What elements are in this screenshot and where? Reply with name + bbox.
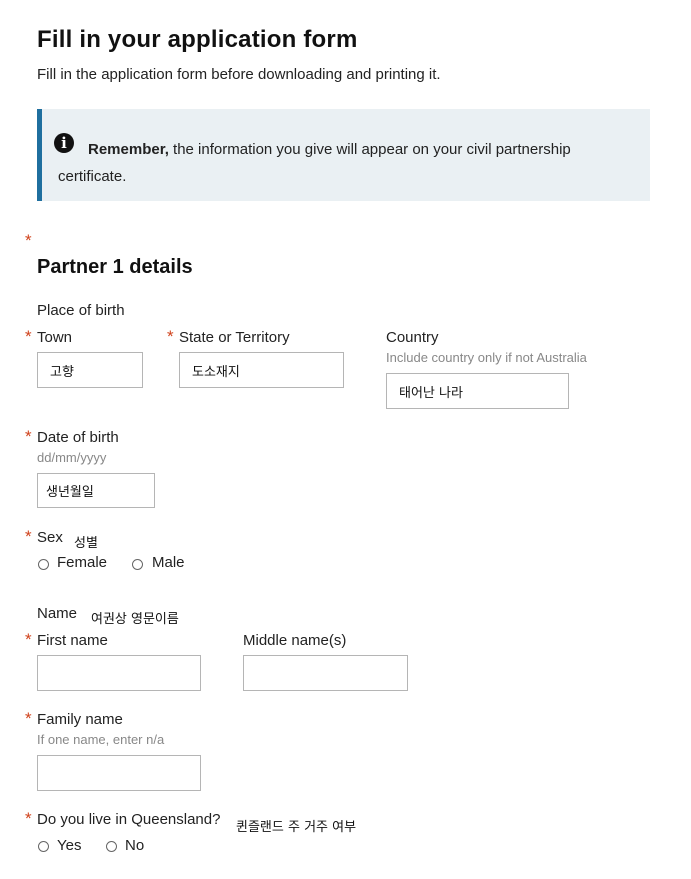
town-label: Town: [37, 329, 73, 346]
country-hint: Include country only if not Australia: [386, 350, 587, 365]
required-marker: *: [25, 327, 32, 346]
required-marker: *: [25, 231, 32, 250]
yes-label[interactable]: Yes: [57, 837, 81, 854]
required-marker: *: [25, 527, 32, 546]
callout-bold: Remember,: [88, 141, 169, 158]
yes-radio[interactable]: [38, 841, 49, 852]
required-marker: *: [25, 809, 32, 828]
no-radio[interactable]: [106, 841, 117, 852]
female-label[interactable]: Female: [57, 554, 107, 571]
dob-label: Date of birth: [37, 429, 119, 446]
country-label: Country: [386, 329, 439, 346]
male-label[interactable]: Male: [152, 554, 185, 571]
section-title: Partner 1 details: [37, 256, 193, 278]
name-note: 여권상 영문이름: [91, 612, 179, 627]
queensland-note: 퀸즐랜드 주 거주 여부: [236, 820, 357, 835]
middle-name-input[interactable]: [243, 655, 408, 691]
page-title: Fill in your application form: [37, 26, 358, 53]
male-radio[interactable]: [132, 559, 143, 570]
state-label: State or Territory: [179, 329, 290, 346]
first-name-input[interactable]: [37, 655, 201, 691]
first-name-label: First name: [37, 632, 108, 649]
family-name-input[interactable]: [37, 755, 201, 791]
sex-label: Sex: [37, 529, 63, 546]
town-input[interactable]: 고향: [37, 352, 143, 388]
required-marker: *: [25, 630, 32, 649]
country-input[interactable]: 태어난 나라: [386, 373, 569, 409]
page-intro: Fill in the application form before down…: [37, 66, 441, 83]
no-label[interactable]: No: [125, 837, 144, 854]
dob-hint: dd/mm/yyyy: [37, 450, 107, 465]
state-input[interactable]: 도소재지: [179, 352, 344, 388]
required-marker: *: [25, 709, 32, 728]
family-name-hint: If one name, enter n/a: [37, 732, 165, 747]
required-marker: *: [167, 327, 174, 346]
dob-input[interactable]: 생년월일: [37, 473, 155, 508]
female-radio[interactable]: [38, 559, 49, 570]
callout-text: Remember, the information you give will …: [58, 136, 628, 190]
required-marker: *: [25, 427, 32, 446]
family-name-label: Family name: [37, 711, 123, 728]
sex-note: 성별: [74, 536, 98, 551]
queensland-label: Do you live in Queensland?: [37, 811, 221, 828]
name-label: Name: [37, 605, 78, 622]
middle-name-label: Middle name(s): [243, 632, 347, 649]
place-of-birth-label: Place of birth: [37, 302, 125, 319]
